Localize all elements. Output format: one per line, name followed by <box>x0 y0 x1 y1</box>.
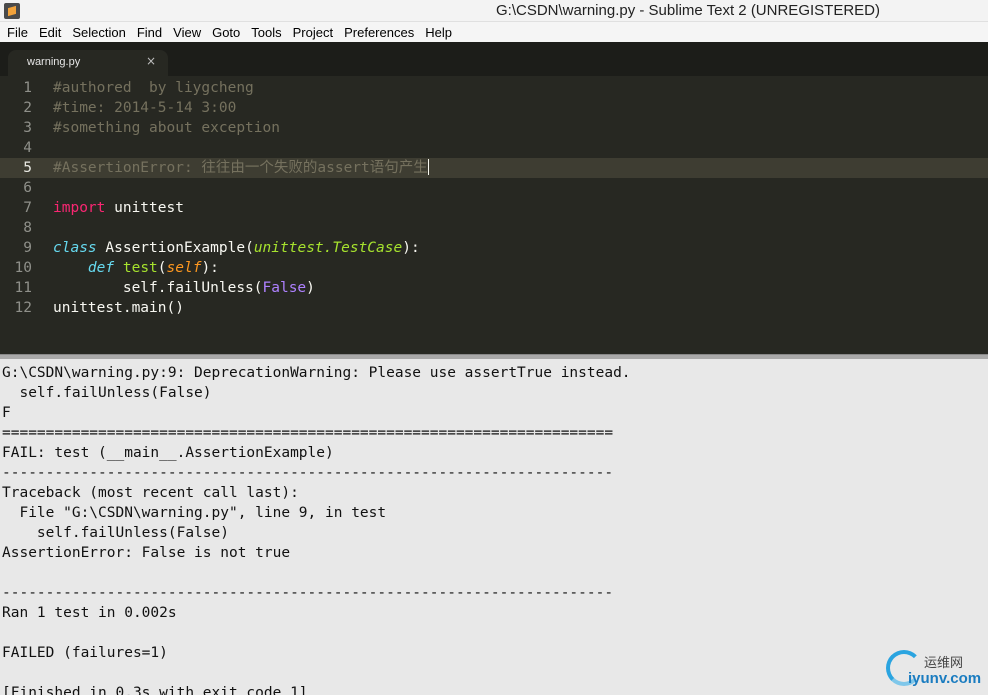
output-line: Ran 1 test in 0.002s <box>2 605 177 621</box>
code-line-10: def test(self): <box>53 258 988 278</box>
parameter: self <box>166 260 202 276</box>
output-line: self.failUnless(False) <box>2 385 212 401</box>
output-line: ----------------------------------------… <box>2 465 614 481</box>
code-line-12: unittest.main() <box>53 298 988 318</box>
comment: #something about exception <box>53 120 280 136</box>
tab-label: warning.py <box>27 56 81 68</box>
code-editor[interactable]: 1 2 3 4 5 6 7 8 9 10 11 12 #authored by … <box>0 76 988 354</box>
line-number: 4 <box>23 140 32 156</box>
function-name: test <box>122 260 158 276</box>
output-line: F <box>2 405 11 421</box>
output-line: AssertionError: False is not true <box>2 545 291 561</box>
line-number-gutter: 1 2 3 4 5 6 7 8 9 10 11 12 <box>0 78 40 318</box>
paren: ( <box>157 260 167 276</box>
output-line: File "G:\CSDN\warning.py", line 9, in te… <box>2 505 387 521</box>
output-line: [Finished in 0.3s with exit code 1] <box>2 685 308 695</box>
site-watermark: 运维网 iyunv.com <box>884 648 988 695</box>
comment: #authored by liygcheng <box>53 80 254 96</box>
output-line: self.failUnless(False) <box>2 525 229 541</box>
close-icon[interactable]: × <box>146 54 156 68</box>
constant: False <box>262 280 307 296</box>
line-number: 7 <box>23 200 32 216</box>
watermark-domain: iyunv.com <box>908 670 982 687</box>
code-line-5: #AssertionError: 往往由一个失败的assert语句产生 <box>53 158 988 178</box>
code-line-3: #something about exception <box>53 118 988 138</box>
parent-class: unittest.TestCase <box>253 240 403 256</box>
line-number: 2 <box>23 100 32 116</box>
code-line-2: #time: 2014-5-14 3:00 <box>53 98 988 118</box>
line-number: 3 <box>23 120 32 136</box>
line-number: 5 <box>23 160 32 176</box>
code-text: self.failUnless( <box>53 280 263 296</box>
line-number: 6 <box>23 180 32 196</box>
menu-find[interactable]: Find <box>132 25 167 40</box>
code-text: unittest.main() <box>53 300 184 316</box>
code-line-7: import unittest <box>53 198 988 218</box>
code-line-11: self.failUnless(False) <box>53 278 988 298</box>
window-title: G:\CSDN\warning.py - Sublime Text 2 (UNR… <box>496 2 880 19</box>
menu-view[interactable]: View <box>168 25 206 40</box>
output-line: FAIL: test (__main__.AssertionExample) <box>2 445 334 461</box>
menu-tools[interactable]: Tools <box>246 25 286 40</box>
line-number: 12 <box>14 300 32 316</box>
comment: #AssertionError: 往往由一个失败的assert语句产生 <box>53 160 428 176</box>
code-line-9: class AssertionExample(unittest.TestCase… <box>53 238 988 258</box>
tab-bar: warning.py × <box>0 42 988 76</box>
line-number: 11 <box>14 280 32 296</box>
build-output-panel[interactable]: G:\CSDN\warning.py:9: DeprecationWarning… <box>0 359 988 695</box>
output-line: ========================================… <box>2 425 614 441</box>
comment: #time: 2014-5-14 3:00 <box>53 100 237 116</box>
menu-preferences[interactable]: Preferences <box>339 25 419 40</box>
menu-help[interactable]: Help <box>420 25 457 40</box>
line-number: 10 <box>14 260 32 276</box>
keyword: class <box>53 240 97 256</box>
paren: ): <box>201 260 219 276</box>
menu-edit[interactable]: Edit <box>34 25 66 40</box>
code-text: unittest <box>105 200 184 216</box>
line-number: 8 <box>23 220 32 236</box>
menu-file[interactable]: File <box>2 25 33 40</box>
code-text: ) <box>306 280 315 296</box>
paren: ): <box>402 240 420 256</box>
text-cursor <box>427 159 429 175</box>
output-line: Traceback (most recent call last): <box>2 485 299 501</box>
menu-project[interactable]: Project <box>288 25 338 40</box>
tab-warning-py[interactable]: warning.py × <box>8 50 168 76</box>
code-line-1: #authored by liygcheng <box>53 78 988 98</box>
keyword: import <box>53 200 106 216</box>
line-number: 9 <box>23 240 32 256</box>
paren: ( <box>245 240 254 256</box>
title-bar: G:\CSDN\warning.py - Sublime Text 2 (UNR… <box>0 0 988 22</box>
output-line: G:\CSDN\warning.py:9: DeprecationWarning… <box>2 365 631 381</box>
class-name: AssertionExample <box>105 240 246 256</box>
output-line: ----------------------------------------… <box>2 585 614 601</box>
menu-selection[interactable]: Selection <box>67 25 130 40</box>
menu-goto[interactable]: Goto <box>207 25 245 40</box>
keyword: def <box>87 260 115 276</box>
watermark-text: 运维网 <box>924 656 964 671</box>
code-area[interactable]: #authored by liygcheng #time: 2014-5-14 … <box>53 78 988 318</box>
menu-bar: File Edit Selection Find View Goto Tools… <box>0 22 988 42</box>
line-number: 1 <box>23 80 32 96</box>
output-line: FAILED (failures=1) <box>2 645 168 661</box>
